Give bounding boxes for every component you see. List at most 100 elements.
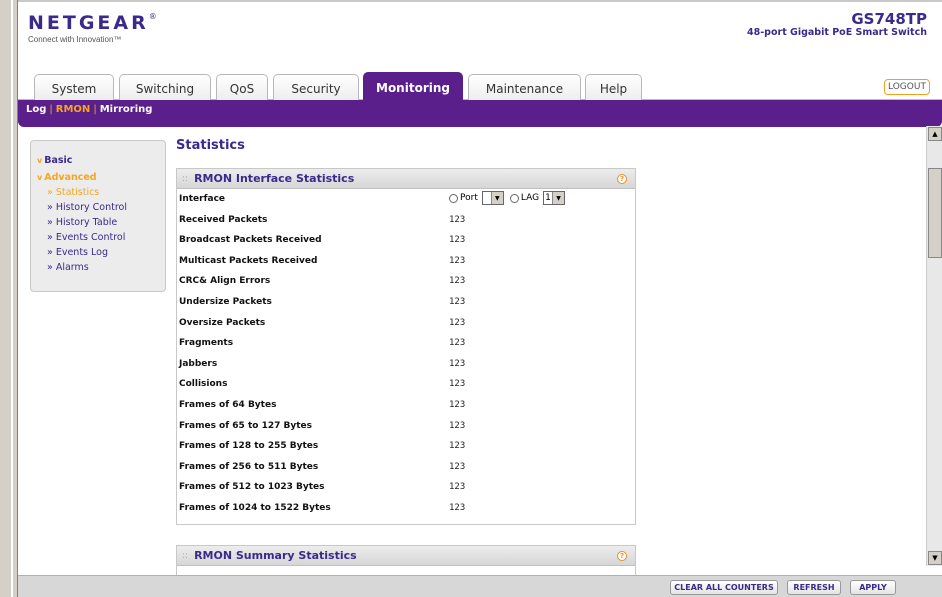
stat-row: Frames of 65 to 127 Bytes 123 xyxy=(177,416,635,437)
logout-button[interactable]: LOGOUT xyxy=(884,79,930,95)
netgear-logo: NETGEAR® Connect with Innovation™ xyxy=(28,12,157,44)
logo-text: NETGEAR xyxy=(28,12,149,34)
help-icon[interactable]: ? xyxy=(617,551,627,561)
vertical-scrollbar[interactable]: ▲ ▼ xyxy=(926,126,942,566)
nav-item-events-control[interactable]: » Events Control xyxy=(37,232,165,243)
logo-tagline: Connect with Innovation™ xyxy=(28,35,122,44)
panel-header: :: RMON Interface Statistics ? xyxy=(177,169,635,189)
tab-qos[interactable]: QoS xyxy=(216,74,268,102)
panel-title: RMON Summary Statistics xyxy=(194,549,357,562)
stat-row: Frames of 256 to 511 Bytes 123 xyxy=(177,457,635,478)
panel-title: RMON Interface Statistics xyxy=(194,172,355,185)
interface-selector: Port ▼ LAG 1 ▼ xyxy=(449,191,571,205)
scroll-up-icon[interactable]: ▲ xyxy=(928,127,942,141)
nav-section-basic[interactable]: v Basic xyxy=(37,155,165,166)
content-area: v Basic v Advanced » Statistics » History … xyxy=(18,118,942,575)
stat-row: Jabbers 123 xyxy=(177,354,635,375)
nav-section-label: Basic xyxy=(44,155,73,166)
window-frame-left xyxy=(0,0,18,597)
product-description: 48-port Gigabit PoE Smart Switch xyxy=(747,27,927,38)
stat-value: 123 xyxy=(449,399,466,410)
stat-row: Received Packets 123 xyxy=(177,210,635,231)
stat-value: 123 xyxy=(449,317,466,328)
dropdown-arrow-icon: ▼ xyxy=(552,192,565,204)
subnav-log[interactable]: Log xyxy=(26,104,46,115)
content-header-strip xyxy=(18,118,942,127)
stat-label: Frames of 65 to 127 Bytes xyxy=(179,420,312,431)
stat-value: 123 xyxy=(449,296,466,307)
nav-section-label: Advanced xyxy=(44,172,97,183)
rmon-interface-statistics-panel: :: RMON Interface Statistics ? Interface… xyxy=(176,168,636,525)
stat-label: Undersize Packets xyxy=(179,296,272,307)
tab-monitoring[interactable]: Monitoring xyxy=(363,72,463,102)
stat-row: Multicast Packets Received 123 xyxy=(177,251,635,272)
subnav-rmon[interactable]: RMON xyxy=(56,104,91,115)
nav-item-history-control[interactable]: » History Control xyxy=(37,202,165,213)
grip-icon: :: xyxy=(182,173,189,184)
rmon-summary-statistics-panel: :: RMON Summary Statistics ? xyxy=(176,545,636,575)
nav-item-alarms[interactable]: » Alarms xyxy=(37,262,165,273)
stat-value: 123 xyxy=(449,338,466,349)
page-title: Statistics xyxy=(176,138,245,153)
side-navigation: v Basic v Advanced » Statistics » History … xyxy=(30,140,166,292)
clear-all-counters-button[interactable]: CLEAR ALL COUNTERS xyxy=(670,580,778,595)
subnav-separator: | xyxy=(93,103,97,115)
nav-item-events-log[interactable]: » Events Log xyxy=(37,247,165,258)
refresh-button[interactable]: REFRESH xyxy=(787,580,841,595)
panel-header: :: RMON Summary Statistics ? xyxy=(177,546,635,566)
stat-value: 123 xyxy=(449,235,466,246)
stat-value: 123 xyxy=(449,461,466,472)
stat-row: Fragments 123 xyxy=(177,333,635,354)
stat-row: Frames of 64 Bytes 123 xyxy=(177,395,635,416)
subnav-separator: | xyxy=(49,103,53,115)
stat-row: Collisions 123 xyxy=(177,374,635,395)
port-select[interactable]: ▼ xyxy=(481,191,504,205)
subnav-mirroring[interactable]: Mirroring xyxy=(100,104,153,115)
interface-label: Interface xyxy=(179,194,226,204)
main-tab-bar: System Switching QoS Security Monitoring… xyxy=(18,70,942,102)
stat-row: Broadcast Packets Received 123 xyxy=(177,230,635,251)
nav-item-statistics[interactable]: » Statistics xyxy=(37,187,165,198)
stat-row: Oversize Packets 123 xyxy=(177,313,635,334)
chevron-down-icon: v xyxy=(37,156,43,165)
stat-label: Frames of 64 Bytes xyxy=(179,399,277,410)
stat-label: CRC& Align Errors xyxy=(179,276,271,287)
scrollbar-thumb[interactable] xyxy=(928,168,942,258)
stat-label: Frames of 512 to 1023 Bytes xyxy=(179,482,325,493)
lag-label: LAG xyxy=(520,193,540,203)
lag-select[interactable]: 1 ▼ xyxy=(543,191,566,205)
stat-row: Frames of 512 to 1023 Bytes 123 xyxy=(177,477,635,498)
port-radio[interactable] xyxy=(449,193,458,203)
tab-security[interactable]: Security xyxy=(273,74,359,102)
nav-section-advanced[interactable]: v Advanced xyxy=(37,172,165,183)
stat-label: Multicast Packets Received xyxy=(179,255,318,266)
product-model: GS748TP xyxy=(851,10,927,28)
sub-navigation: Log | RMON | Mirroring xyxy=(18,100,942,118)
tab-switching[interactable]: Switching xyxy=(119,74,211,102)
stat-row: Frames of 128 to 255 Bytes 123 xyxy=(177,436,635,457)
stat-label: Oversize Packets xyxy=(179,317,266,328)
port-label: Port xyxy=(460,193,478,203)
apply-button[interactable]: APPLY xyxy=(850,580,896,595)
stat-label: Frames of 1024 to 1522 Bytes xyxy=(179,502,331,513)
stat-value: 123 xyxy=(449,379,466,390)
stat-value: 123 xyxy=(449,255,466,266)
app-window: NETGEAR® Connect with Innovation™ GS748T… xyxy=(18,0,942,597)
stat-row: CRC& Align Errors 123 xyxy=(177,271,635,292)
product-header: GS748TP 48-port Gigabit PoE Smart Switch xyxy=(747,10,927,38)
help-icon[interactable]: ? xyxy=(617,174,627,184)
tab-maintenance[interactable]: Maintenance xyxy=(468,74,581,102)
tab-system[interactable]: System xyxy=(34,74,114,102)
stat-value: 123 xyxy=(449,482,466,493)
top-border xyxy=(18,0,942,2)
chevron-down-icon: v xyxy=(37,173,43,182)
stat-label: Received Packets xyxy=(179,214,268,225)
tab-help[interactable]: Help xyxy=(585,74,642,102)
stat-value: 123 xyxy=(449,276,466,287)
stat-label: Frames of 128 to 255 Bytes xyxy=(179,441,319,452)
nav-item-history-table[interactable]: » History Table xyxy=(37,217,165,228)
stat-label: Frames of 256 to 511 Bytes xyxy=(179,461,319,472)
scroll-down-icon[interactable]: ▼ xyxy=(928,551,942,565)
stat-label: Collisions xyxy=(179,379,228,390)
lag-radio[interactable] xyxy=(509,193,519,203)
